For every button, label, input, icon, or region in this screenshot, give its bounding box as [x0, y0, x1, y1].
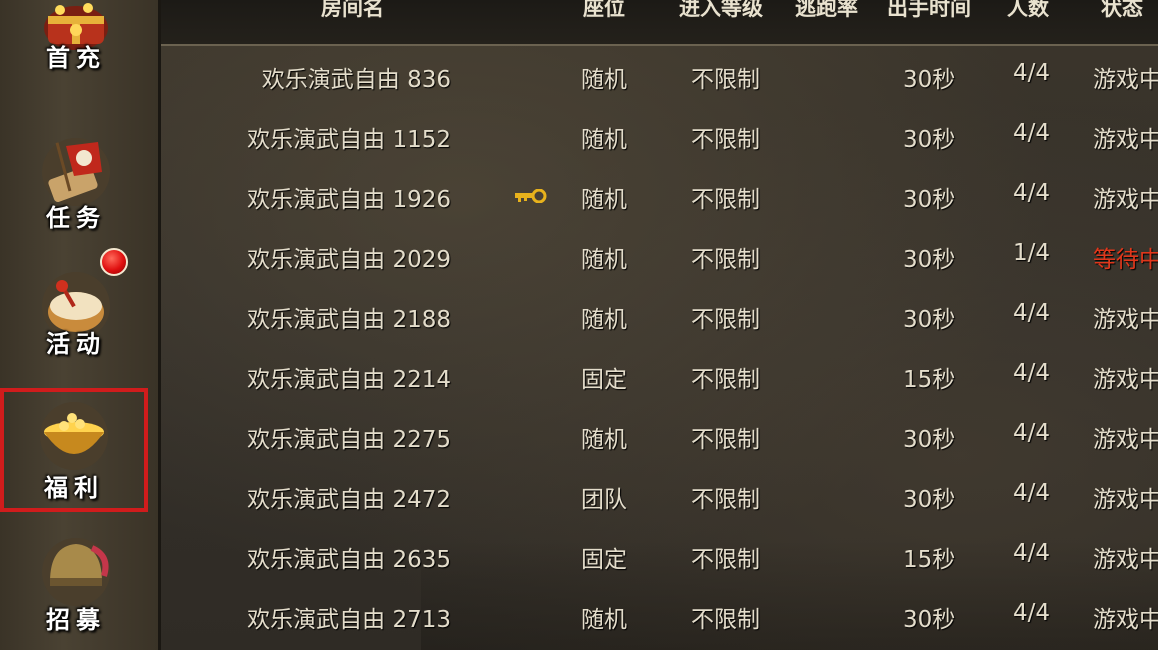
room-list-panel: 房间名 座位 进入等级 逃跑率 出手时间 人数 状态 欢乐演武自由 836 随机… [161, 0, 1158, 650]
room-status: 游戏中 [1093, 607, 1158, 633]
room-time: 30秒 [903, 187, 956, 213]
room-count: 4/4 [1013, 540, 1051, 566]
gold-bowl-icon [40, 402, 108, 470]
notification-dot [100, 248, 128, 276]
sidebar-item-label: 任务 [46, 204, 106, 232]
sidebar-item-label: 福利 [44, 474, 104, 502]
room-time: 30秒 [903, 487, 956, 513]
room-count: 4/4 [1013, 420, 1051, 446]
room-time: 30秒 [903, 67, 956, 93]
room-name: 欢乐演武自由 2029 [247, 247, 451, 273]
room-seat: 固定 [581, 367, 627, 393]
room-status: 游戏中 [1093, 67, 1158, 93]
room-level: 不限制 [691, 547, 760, 573]
table-row[interactable]: 欢乐演武自由 2214 固定 不限制 15秒 4/4 游戏中 [161, 347, 1158, 407]
room-count: 4/4 [1013, 300, 1051, 326]
room-level: 不限制 [691, 367, 760, 393]
room-count: 4/4 [1013, 60, 1051, 86]
header-seat: 座位 [583, 0, 625, 20]
room-level: 不限制 [691, 427, 760, 453]
room-level: 不限制 [691, 67, 760, 93]
header-room-name: 房间名 [321, 0, 384, 20]
table-row[interactable]: 欢乐演武自由 2472 团队 不限制 30秒 4/4 游戏中 [161, 467, 1158, 527]
header-escape-rate: 逃跑率 [795, 0, 858, 20]
room-time: 15秒 [903, 367, 956, 393]
room-status: 等待中 [1093, 247, 1158, 273]
room-time: 30秒 [903, 427, 956, 453]
room-status: 游戏中 [1093, 307, 1158, 333]
room-status: 游戏中 [1093, 487, 1158, 513]
room-time: 30秒 [903, 307, 956, 333]
room-name: 欢乐演武自由 2472 [247, 487, 451, 513]
sidebar: 首充 任务 活动 福利 招募 [0, 0, 161, 650]
room-level: 不限制 [691, 247, 760, 273]
table-row[interactable]: 欢乐演武自由 2713 随机 不限制 30秒 4/4 游戏中 [161, 587, 1158, 647]
room-count: 4/4 [1013, 600, 1051, 626]
sidebar-item-first-recharge[interactable]: 首充 [10, 0, 142, 94]
room-name: 欢乐演武自由 1152 [247, 127, 451, 153]
room-seat: 随机 [581, 127, 627, 153]
room-seat: 固定 [581, 547, 627, 573]
room-level: 不限制 [691, 487, 760, 513]
room-time: 30秒 [903, 247, 956, 273]
sidebar-item-label: 活动 [46, 330, 106, 358]
room-name: 欢乐演武自由 2713 [247, 607, 451, 633]
table-row[interactable]: 欢乐演武自由 2029 随机 不限制 30秒 1/4 等待中 [161, 227, 1158, 287]
room-name: 欢乐演武自由 1926 [247, 187, 451, 213]
room-seat: 随机 [581, 607, 627, 633]
header-turn-time: 出手时间 [887, 0, 971, 20]
table-row[interactable]: 欢乐演武自由 836 随机 不限制 30秒 4/4 游戏中 [161, 47, 1158, 107]
table-row[interactable]: 欢乐演武自由 1926 随机 不限制 30秒 4/4 游戏中 [161, 167, 1158, 227]
key-icon [515, 189, 547, 203]
room-count: 1/4 [1013, 240, 1051, 266]
room-name: 欢乐演武自由 2188 [247, 307, 451, 333]
room-count: 4/4 [1013, 480, 1051, 506]
room-count: 4/4 [1013, 120, 1051, 146]
room-name: 欢乐演武自由 836 [261, 67, 451, 93]
sidebar-item-recruit[interactable]: 招募 [10, 528, 142, 646]
room-status: 游戏中 [1093, 127, 1158, 153]
room-name: 欢乐演武自由 2635 [247, 547, 451, 573]
room-status: 游戏中 [1093, 187, 1158, 213]
room-time: 30秒 [903, 127, 956, 153]
room-time: 15秒 [903, 547, 956, 573]
header-status: 状态 [1101, 0, 1143, 20]
sidebar-item-label: 招募 [46, 606, 106, 634]
sidebar-item-events[interactable]: 活动 [10, 248, 142, 380]
header-player-count: 人数 [1007, 0, 1049, 20]
room-count: 4/4 [1013, 360, 1051, 386]
room-seat: 团队 [581, 487, 627, 513]
room-level: 不限制 [691, 607, 760, 633]
table-row[interactable]: 欢乐演武自由 2635 固定 不限制 15秒 4/4 游戏中 [161, 527, 1158, 587]
table-header: 房间名 座位 进入等级 逃跑率 出手时间 人数 状态 [161, 0, 1158, 46]
room-seat: 随机 [581, 307, 627, 333]
sidebar-item-quests[interactable]: 任务 [10, 128, 142, 246]
room-status: 游戏中 [1093, 547, 1158, 573]
room-level: 不限制 [691, 307, 760, 333]
room-seat: 随机 [581, 427, 627, 453]
sidebar-item-welfare[interactable]: 福利 [0, 388, 148, 512]
room-status: 游戏中 [1093, 367, 1158, 393]
room-seat: 随机 [581, 67, 627, 93]
room-level: 不限制 [691, 127, 760, 153]
room-name: 欢乐演武自由 2275 [247, 427, 451, 453]
room-status: 游戏中 [1093, 427, 1158, 453]
room-time: 30秒 [903, 607, 956, 633]
table-row[interactable]: 欢乐演武自由 2188 随机 不限制 30秒 4/4 游戏中 [161, 287, 1158, 347]
room-level: 不限制 [691, 187, 760, 213]
table-row[interactable]: 欢乐演武自由 2275 随机 不限制 30秒 4/4 游戏中 [161, 407, 1158, 467]
room-count: 4/4 [1013, 180, 1051, 206]
room-seat: 随机 [581, 187, 627, 213]
table-row[interactable]: 欢乐演武自由 1152 随机 不限制 30秒 4/4 游戏中 [161, 107, 1158, 167]
room-seat: 随机 [581, 247, 627, 273]
room-name: 欢乐演武自由 2214 [247, 367, 451, 393]
header-entry-level: 进入等级 [679, 0, 763, 20]
sidebar-item-label: 首充 [46, 44, 106, 72]
